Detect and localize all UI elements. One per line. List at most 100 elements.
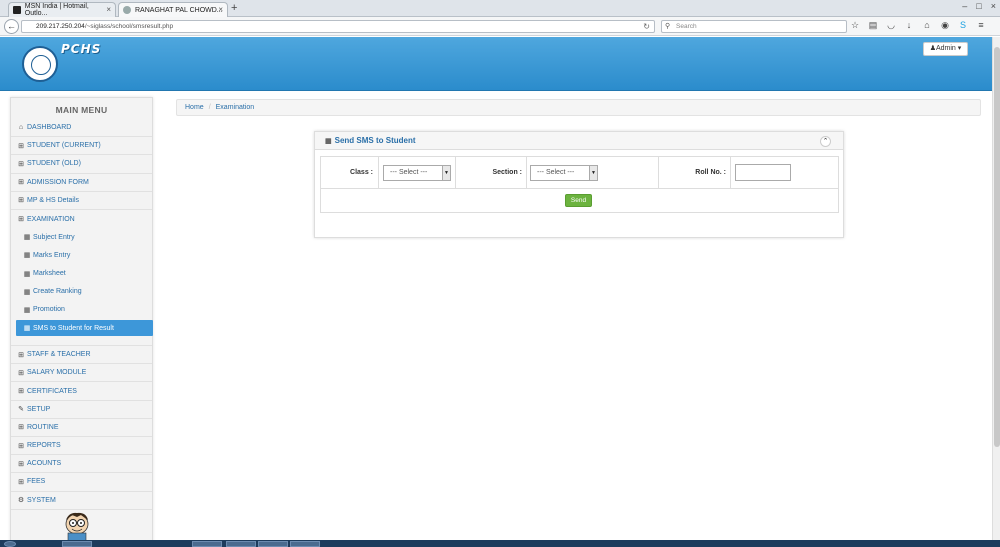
main-menu-title: MAIN MENU: [55, 105, 108, 115]
taskbar-app[interactable]: [62, 541, 92, 547]
scrollbar-thumb[interactable]: [994, 47, 1000, 447]
roll-no-label: Roll No. :: [695, 169, 726, 176]
sidebar-item-student-old[interactable]: ⊞ STUDENT (OLD): [11, 155, 152, 174]
sidebar-item-label: DASHBOARD: [27, 124, 72, 132]
msn-favicon-icon: [13, 6, 21, 14]
sidebar-subitem-label: SMS to Student for Result: [33, 324, 114, 332]
grid-icon: ⊞: [18, 160, 24, 168]
page-scrollbar[interactable]: [992, 37, 1000, 540]
sidebar: MAIN MENU ⌂ DASHBOARD ⊞ STUDENT (CURRENT) …: [10, 97, 153, 547]
chevron-down-icon: ▼: [442, 165, 450, 180]
download-icon[interactable]: ↓: [904, 20, 914, 31]
taskbar-app[interactable]: [226, 541, 256, 547]
minimize-icon[interactable]: –: [962, 1, 967, 11]
sidebar-subitem-label: Marks Entry: [33, 251, 71, 259]
sidebar-item-label: SETUP: [27, 405, 51, 413]
os-taskbar: [0, 540, 1000, 547]
cell-divider: [378, 156, 379, 189]
new-tab-button[interactable]: +: [231, 2, 237, 14]
browser-tab-bar: MSN India | Hotmail, Outlo... × RANAGHAT…: [0, 0, 1000, 17]
sidebar-subitem-label: Create Ranking: [33, 288, 82, 296]
back-arrow-icon[interactable]: ←: [4, 19, 19, 34]
sidebar-item-label: FEES: [27, 478, 46, 486]
sidebar-subitem-marks-entry[interactable]: ▦ Marks Entry: [11, 246, 152, 264]
taskbar-app[interactable]: [290, 541, 320, 547]
sidebar-item-examination[interactable]: ⊞ EXAMINATION: [11, 210, 152, 228]
panel-title: Send SMS to Student: [334, 136, 416, 145]
chat-icon[interactable]: ◉: [940, 20, 950, 31]
taskbar-app[interactable]: [192, 541, 222, 547]
table-icon: ▦: [23, 325, 31, 333]
section-select[interactable]: --- Select --- ▼: [530, 164, 598, 181]
pocket-icon[interactable]: ◡: [886, 20, 896, 31]
class-select[interactable]: --- Select --- ▼: [383, 164, 451, 181]
sidebar-item-label: MP & HS Details: [27, 196, 79, 204]
roll-no-input[interactable]: [735, 164, 791, 181]
close-icon[interactable]: ×: [218, 5, 223, 14]
toolbar-icons: ☆ ▤ ◡ ↓ ⌂ ◉ S ≡: [850, 20, 986, 31]
sidebar-item-reports[interactable]: ⊞ REPORTS: [11, 437, 152, 456]
sidebar-subitem-create-ranking[interactable]: ▦ Create Ranking: [11, 283, 152, 301]
browser-nav-bar: ← 209.217.250.204/~siglass/school/smsres…: [0, 17, 1000, 36]
search-icon: ⚲: [665, 23, 671, 30]
section-label: Section :: [492, 169, 522, 176]
grid-icon: ⊞: [18, 442, 24, 450]
grid-icon: ⊞: [18, 388, 24, 396]
browser-tab-msn[interactable]: MSN India | Hotmail, Outlo... ×: [8, 2, 116, 17]
brand-name: PCHS: [61, 42, 102, 56]
taskbar-app[interactable]: [258, 541, 288, 547]
app-header: PCHS ♟Admin ▾: [0, 37, 992, 91]
sidebar-subitem-subject-entry[interactable]: ▦ Subject Entry: [11, 228, 152, 246]
sidebar-subitem-label: Subject Entry: [33, 233, 75, 241]
sidebar-item-label: REPORTS: [27, 442, 61, 450]
browser-tab-ranaghat[interactable]: RANAGHAT PAL CHOWD... ×: [118, 2, 228, 17]
sidebar-item-setup[interactable]: ✎ SETUP: [11, 401, 152, 419]
sidebar-item-admission-form[interactable]: ⊞ ADMISSION FORM: [11, 174, 152, 192]
breadcrumb: Home / Examination: [176, 99, 981, 116]
url-host: 209.217.250.204: [36, 23, 85, 30]
cell-divider: [526, 156, 527, 189]
sidebar-item-system[interactable]: ⚙ SYSTEM: [11, 492, 152, 510]
admin-dropdown-button[interactable]: ♟Admin ▾: [923, 42, 968, 56]
search-input[interactable]: ⚲ Search: [661, 20, 847, 33]
table-icon: ▦: [23, 270, 31, 278]
form-row: Class : --- Select --- ▼ Section : --- S…: [321, 156, 838, 189]
sidebar-item-mp-hs-details[interactable]: ⊞ MP & HS Details: [11, 192, 152, 210]
menu-icon[interactable]: ≡: [976, 20, 986, 31]
sidebar-subitem-marksheet[interactable]: ▦ Marksheet: [11, 265, 152, 283]
breadcrumb-home-link[interactable]: Home: [185, 104, 204, 111]
sidebar-item-fees[interactable]: ⊞ FEES: [11, 473, 152, 492]
sidebar-item-routine[interactable]: ⊞ ROUTINE: [11, 419, 152, 437]
sidebar-item-certificates[interactable]: ⊞ CERTIFICATES: [11, 382, 152, 401]
breadcrumb-examination-link[interactable]: Examination: [216, 104, 255, 111]
sidebar-subitem-label: Promotion: [33, 306, 65, 314]
skype-icon[interactable]: S: [958, 20, 968, 31]
sidebar-item-label: STUDENT (OLD): [27, 160, 81, 168]
close-window-icon[interactable]: ×: [991, 1, 996, 11]
chevron-down-icon: ▼: [589, 165, 597, 180]
sidebar-subitem-sms-to-student[interactable]: ▦ SMS to Student for Result: [16, 320, 153, 337]
address-bar[interactable]: 209.217.250.204/~siglass/school/smsresul…: [21, 20, 655, 33]
sidebar-item-salary-module[interactable]: ⊞ SALARY MODULE: [11, 364, 152, 383]
sidebar-subitem-promotion[interactable]: ▦ Promotion: [11, 301, 152, 319]
collapse-chevron-up-icon[interactable]: ⌃: [820, 136, 831, 147]
sidebar-item-dashboard[interactable]: ⌂ DASHBOARD: [11, 119, 152, 138]
grid-icon: ⊞: [18, 460, 24, 468]
sidebar-item-staff-teacher[interactable]: ⊞ STAFF & TEACHER: [11, 346, 152, 365]
tab-label: RANAGHAT PAL CHOWD...: [135, 6, 223, 14]
home-browser-icon[interactable]: ⌂: [922, 20, 932, 31]
clipboard-icon[interactable]: ▤: [868, 20, 878, 31]
sidebar-item-label: ACOUNTS: [27, 460, 62, 468]
table-icon: ▦: [23, 306, 31, 314]
sidebar-item-acounts[interactable]: ⊞ ACOUNTS: [11, 455, 152, 474]
bookmark-star-icon[interactable]: ☆: [850, 20, 860, 31]
reload-icon[interactable]: ↻: [643, 21, 650, 32]
sidebar-item-label: ADMISSION FORM: [27, 178, 89, 186]
sidebar-item-label: STAFF & TEACHER: [27, 351, 91, 359]
send-button[interactable]: Send: [565, 194, 592, 207]
close-icon[interactable]: ×: [106, 5, 111, 14]
sidebar-item-student-current[interactable]: ⊞ STUDENT (CURRENT): [11, 137, 152, 156]
wrench-icon: ✎: [18, 406, 24, 414]
start-button[interactable]: [4, 541, 16, 547]
maximize-icon[interactable]: □: [976, 1, 981, 11]
